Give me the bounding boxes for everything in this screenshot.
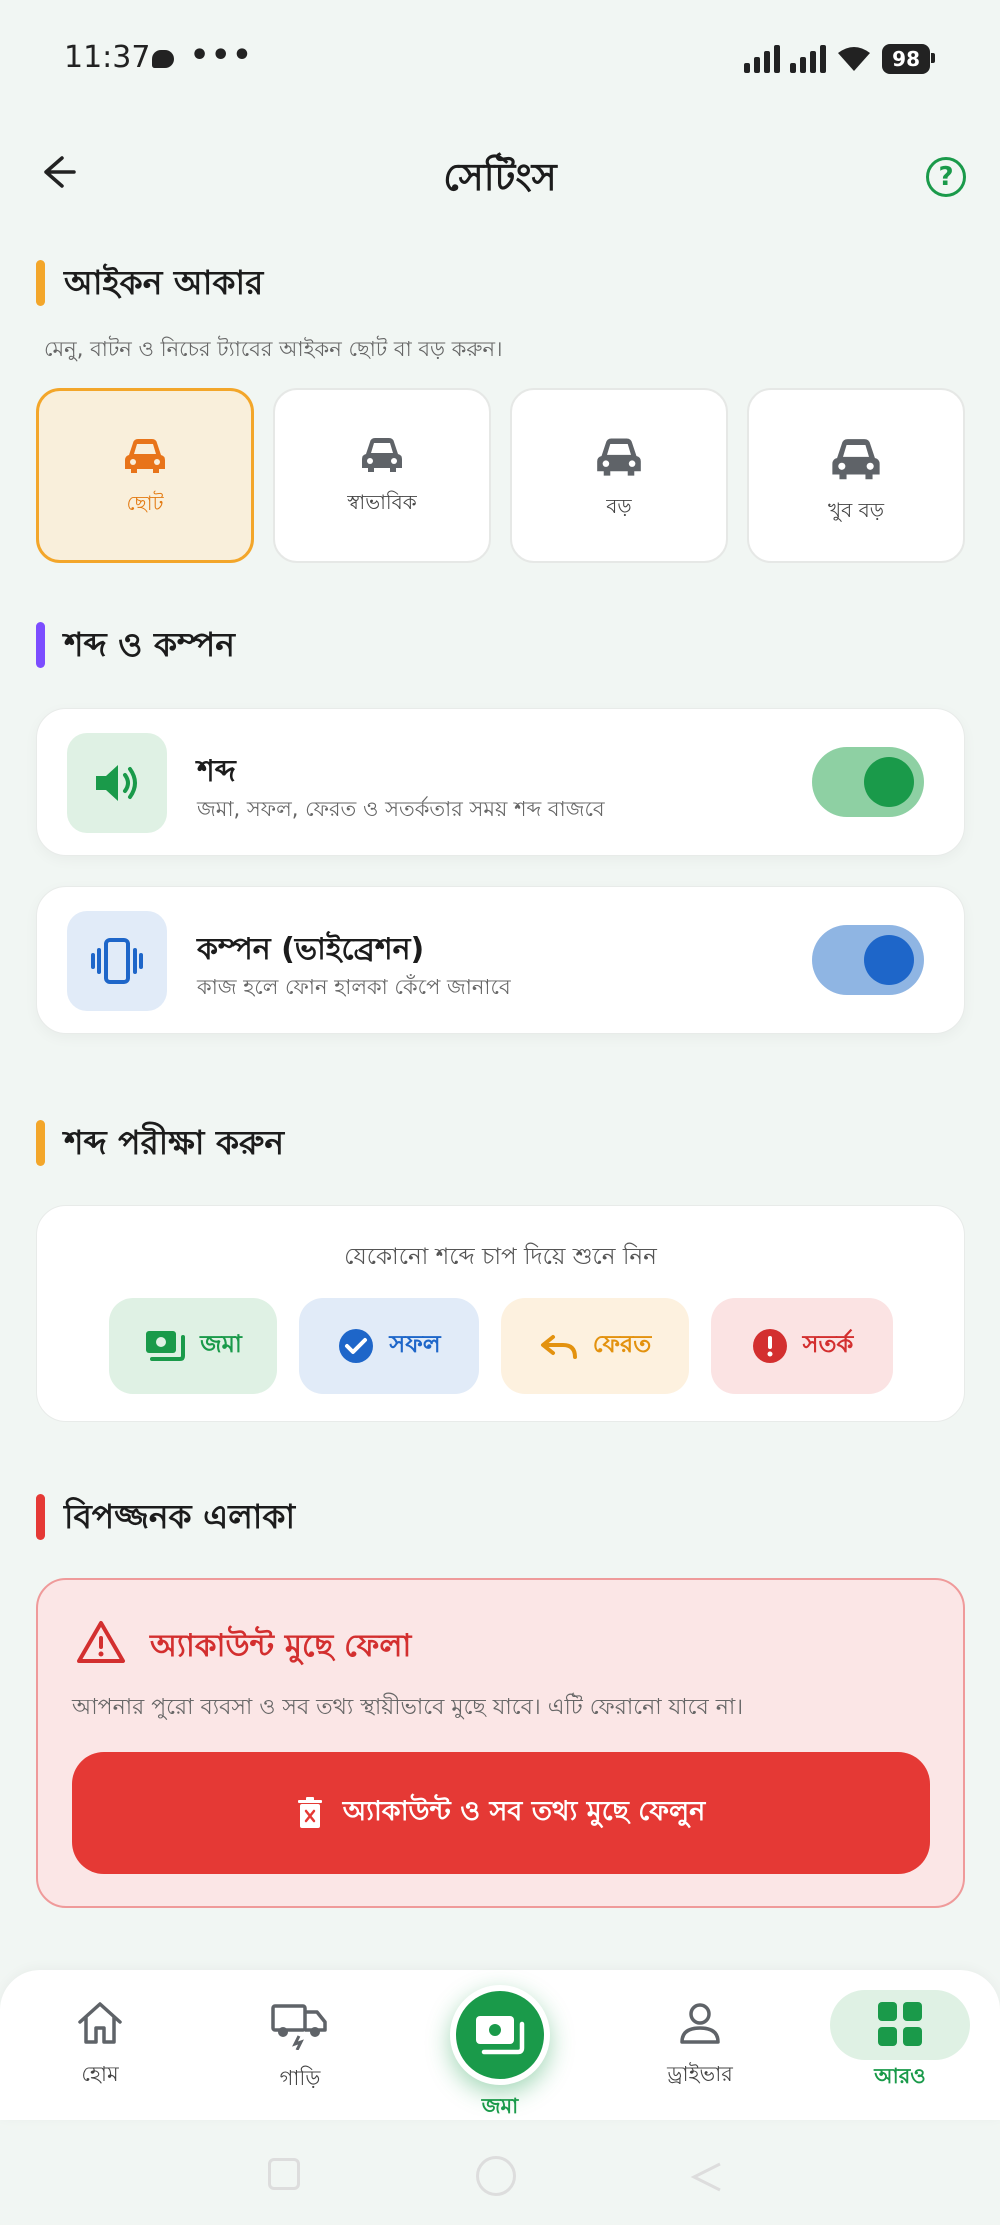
home-icon <box>78 2002 122 2044</box>
delete-account-title: অ্যাকাউন্ট মুছে ফেলা <box>150 1628 412 1664</box>
sound-title: শব্দ <box>197 754 236 789</box>
car-icon <box>832 439 880 480</box>
vibration-subtitle: কাজ হলে ফোন হালকা কেঁপে জানাবে <box>197 975 511 999</box>
delete-account-description: আপনার পুরো ব্যবসা ও সব তথ্য স্থায়ীভাবে … <box>72 1695 744 1720</box>
more-notifications-icon: ••• <box>190 38 254 73</box>
chip-label: ফেরত <box>592 1330 652 1358</box>
nav-home[interactable]: হোম <box>40 2000 160 2093</box>
cash-icon <box>476 2016 525 2055</box>
delete-account-card: অ্যাকাউন্ট মুছে ফেলা আপনার পুরো ব্যবসা ও… <box>36 1578 965 1908</box>
car-icon <box>125 439 165 473</box>
back-system-icon[interactable] <box>690 2160 724 2194</box>
icon-size-option-normal[interactable]: স্বাভাবিক <box>273 388 491 563</box>
section-title-icon-size: আইকন আকার <box>36 260 263 306</box>
icon-size-label: বড় <box>606 494 632 518</box>
signal-icon <box>744 45 781 73</box>
wifi-icon <box>838 47 871 71</box>
nav-deposit-label: জমা <box>481 2094 519 2118</box>
help-icon[interactable]: ? <box>926 157 966 197</box>
chip-label: সতর্ক <box>802 1330 854 1358</box>
nav-vehicle[interactable]: গাড়ি <box>240 2000 360 2097</box>
sound-test-card: যেকোনো শব্দে চাপ দিয়ে শুনে নিন জমা সফল … <box>36 1205 965 1422</box>
nav-vehicle-label: গাড়ি <box>279 2066 321 2090</box>
vibration-setting-row: কম্পন (ভাইব্রেশন) কাজ হলে ফোন হালকা কেঁপ… <box>36 886 965 1034</box>
nav-home-label: হোম <box>81 2062 119 2086</box>
car-icon <box>597 438 641 476</box>
icon-size-option-large[interactable]: বড় <box>510 388 728 563</box>
test-return-sound-button[interactable]: ফেরত <box>501 1298 689 1394</box>
recent-apps-button[interactable] <box>268 2158 300 2190</box>
icon-size-label: ছোট <box>126 491 164 515</box>
status-indicators: 98 <box>744 44 935 74</box>
icon-size-label: খুব বড় <box>827 498 885 522</box>
grid-icon <box>878 2002 922 2046</box>
car-icon <box>362 438 402 472</box>
undo-icon <box>540 1335 577 1359</box>
page-title: সেটিংস <box>443 155 557 199</box>
vibration-toggle[interactable] <box>812 925 924 995</box>
sound-subtitle: জমা, সফল, ফেরত ও সতর্কতার সময় শব্দ বাজব… <box>197 797 605 821</box>
alert-circle-icon <box>752 1329 787 1363</box>
nav-deposit-button[interactable] <box>450 1985 550 2085</box>
toggle-knob <box>864 935 914 985</box>
delete-account-button[interactable]: অ্যাকাউন্ট ও সব তথ্য মুছে ফেলুন <box>72 1752 930 1874</box>
nav-driver[interactable]: ড্রাইভার <box>640 2000 760 2093</box>
home-system-button[interactable] <box>476 2156 516 2196</box>
chat-notification-icon <box>152 50 174 68</box>
nav-more[interactable]: আরও <box>840 2000 960 2095</box>
sound-setting-row: শব্দ জমা, সফল, ফেরত ও সতর্কতার সময় শব্দ… <box>36 708 965 856</box>
cash-icon <box>146 1331 186 1361</box>
delete-account-button-label: অ্যাকাউন্ট ও সব তথ্য মুছে ফেলুন <box>342 1795 706 1827</box>
vibration-icon <box>67 911 167 1011</box>
toggle-knob <box>864 757 914 807</box>
vibration-title: কম্পন (ভাইব্রেশন) <box>197 932 425 967</box>
icon-size-option-small[interactable]: ছোট <box>36 388 254 563</box>
status-time: 11:37 <box>64 40 151 75</box>
trash-icon <box>297 1797 322 1828</box>
speaker-icon <box>67 733 167 833</box>
icon-size-description: মেনু, বাটন ও নিচের ট্যাবের আইকন ছোট বা ব… <box>44 337 503 361</box>
signal-icon-2 <box>790 45 827 73</box>
nav-more-label: আরও <box>874 2064 926 2088</box>
icon-size-option-extra-large[interactable]: খুব বড় <box>747 388 965 563</box>
test-deposit-sound-button[interactable]: জমা <box>109 1298 277 1394</box>
nav-driver-label: ড্রাইভার <box>667 2062 733 2086</box>
sound-test-hint: যেকোনো শব্দে চাপ দিয়ে শুনে নিন <box>344 1244 657 1270</box>
test-warning-sound-button[interactable]: সতর্ক <box>711 1298 893 1394</box>
check-circle-icon <box>339 1329 374 1363</box>
section-title-sound-test: শব্দ পরীক্ষা করুন <box>36 1120 284 1166</box>
icon-size-label: স্বাভাবিক <box>347 490 417 514</box>
section-title-sound-vibration: শব্দ ও কম্পন <box>36 622 235 668</box>
chip-label: জমা <box>200 1330 242 1358</box>
section-title-danger-zone: বিপজ্জনক এলাকা <box>36 1494 295 1540</box>
warning-icon <box>77 1621 125 1663</box>
sound-toggle[interactable] <box>812 747 924 817</box>
battery-indicator: 98 <box>882 44 935 74</box>
person-icon <box>680 2003 720 2044</box>
chip-label: সফল <box>389 1330 441 1358</box>
test-success-sound-button[interactable]: সফল <box>299 1298 479 1394</box>
truck-icon <box>271 2004 327 2051</box>
